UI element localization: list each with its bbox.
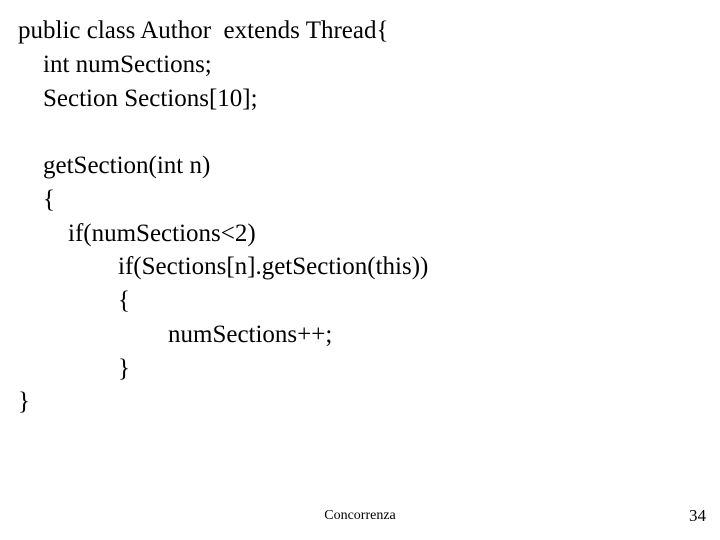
- code-line: if(Sections[n].getSection(this)): [18, 253, 428, 280]
- code-line: }: [18, 355, 130, 382]
- code-line: getSection(int n): [18, 152, 210, 179]
- code-line: public class Author extends Thread{: [18, 17, 388, 44]
- code-block: public class Author extends Thread{ int …: [18, 14, 428, 419]
- code-line: numSections++;: [18, 321, 332, 348]
- code-line: }: [18, 388, 30, 415]
- slide: public class Author extends Thread{ int …: [0, 0, 720, 540]
- slide-number: 34: [689, 506, 706, 526]
- code-line: {: [18, 287, 130, 314]
- code-line: {: [18, 186, 55, 213]
- code-line: int numSections;: [18, 51, 212, 78]
- code-line: Section Sections[10];: [18, 85, 258, 112]
- code-line: if(numSections<2): [18, 220, 256, 247]
- footer-center-text: Concorrenza: [0, 508, 720, 524]
